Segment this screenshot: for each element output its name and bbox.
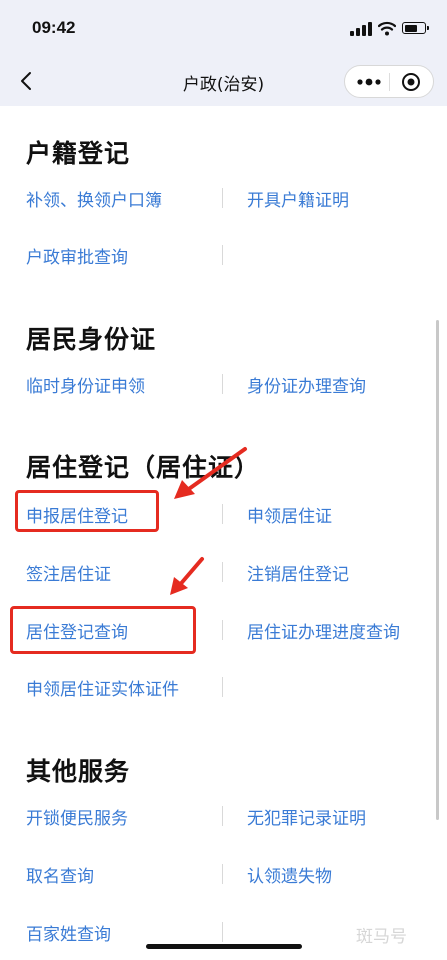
signal-icon <box>350 22 372 36</box>
divider <box>222 677 223 697</box>
divider <box>222 504 223 524</box>
section-title-other: 其他服务 <box>26 757 131 786</box>
home-indicator <box>146 944 302 949</box>
wifi-icon <box>378 21 396 36</box>
service-physical-permit[interactable]: 申领居住证实体证件 <box>26 675 179 700</box>
highlight-box <box>15 490 159 532</box>
service-list: 户籍登记 补领、换领户口簿 开具户籍证明 户政审批查询 居民身份证 临时身份证申… <box>0 106 447 960</box>
service-endorse-permit[interactable]: 签注居住证 <box>26 560 111 585</box>
service-surname-query[interactable]: 百家姓查询 <box>26 920 111 945</box>
highlight-box <box>10 606 196 654</box>
service-name-query[interactable]: 取名查询 <box>26 862 94 887</box>
service-unlock[interactable]: 开锁便民服务 <box>26 804 128 829</box>
service-approval-query[interactable]: 户政审批查询 <box>26 243 128 268</box>
service-cancel-residence[interactable]: 注销居住登记 <box>247 560 349 585</box>
divider <box>222 188 223 208</box>
section-title-id-card: 居民身份证 <box>26 325 157 354</box>
service-permit-progress[interactable]: 居住证办理进度查询 <box>247 618 400 643</box>
divider <box>222 864 223 884</box>
service-apply-residence-permit[interactable]: 申领居住证 <box>247 502 332 527</box>
annotation-arrow-icon <box>174 447 247 499</box>
section-title-household: 户籍登记 <box>26 139 131 168</box>
divider <box>222 922 223 942</box>
service-no-criminal-record[interactable]: 无犯罪记录证明 <box>247 804 366 829</box>
scrollbar[interactable] <box>436 320 439 820</box>
divider <box>222 620 223 640</box>
divider <box>222 245 223 265</box>
divider <box>222 562 223 582</box>
status-time: 09:42 <box>32 18 76 37</box>
battery-icon <box>402 22 429 34</box>
close-target-icon[interactable] <box>401 72 421 92</box>
status-bar: 09:42 <box>0 0 447 58</box>
service-household-certificate[interactable]: 开具户籍证明 <box>247 186 349 211</box>
miniapp-capsule <box>344 65 434 98</box>
divider <box>222 374 223 394</box>
more-dots-icon[interactable] <box>355 74 383 90</box>
service-id-query[interactable]: 身份证办理查询 <box>247 372 366 397</box>
nav-bar: 户政(治安) <box>0 58 447 106</box>
divider <box>222 806 223 826</box>
service-lost-property[interactable]: 认领遗失物 <box>247 862 332 887</box>
service-temporary-id[interactable]: 临时身份证申领 <box>26 372 145 397</box>
annotation-arrow-icon <box>170 557 204 595</box>
service-reissue-household-register[interactable]: 补领、换领户口簿 <box>26 186 162 211</box>
watermark: 斑马号 <box>356 927 407 947</box>
capsule-divider <box>389 73 390 91</box>
